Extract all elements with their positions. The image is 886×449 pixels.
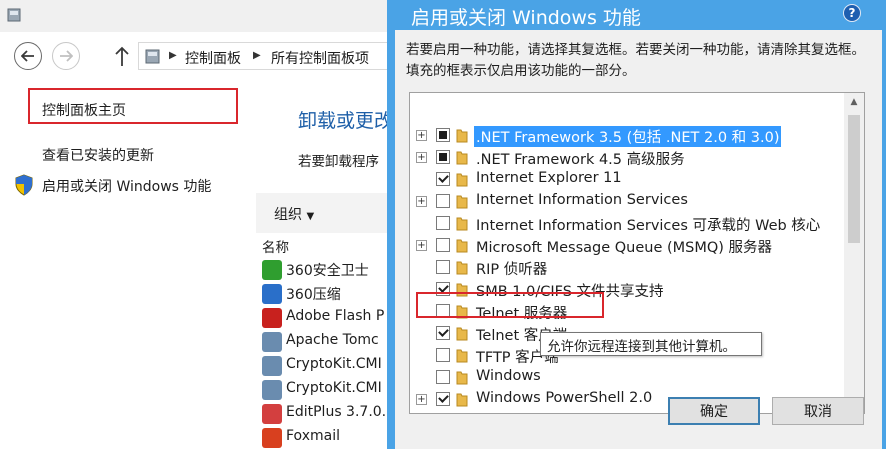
feature-row[interactable]: + Microsoft Message Queue (MSMQ) 服务器	[410, 235, 844, 257]
sidebar: 控制面板主页 查看已安装的更新 启用或关闭 Windows 功能	[0, 80, 256, 449]
feature-row[interactable]: + Internet Information Services	[410, 191, 844, 213]
windows-features-dialog: 启用或关闭 Windows 功能 ? 若要启用一种功能，请选择其复选框。若要关闭…	[387, 0, 886, 449]
page-description: 若要卸载程序	[298, 154, 379, 170]
feature-checkbox[interactable]	[436, 128, 450, 142]
feature-label: .NET Framework 3.5 (包括 .NET 2.0 和 3.0)	[474, 126, 782, 147]
feature-label: Internet Information Services	[476, 192, 688, 208]
feature-tree[interactable]: + .NET Framework 3.5 (包括 .NET 2.0 和 3.0) +…	[409, 92, 865, 414]
sidebar-link-installed-updates[interactable]: 查看已安装的更新	[42, 145, 154, 165]
expand-icon[interactable]: +	[416, 394, 427, 405]
back-button[interactable]	[14, 42, 42, 70]
feature-label: Internet Explorer 11	[476, 170, 622, 186]
feature-label: Windows	[476, 368, 541, 384]
feature-checkbox[interactable]	[436, 238, 450, 252]
expand-icon[interactable]: +	[416, 240, 427, 251]
organize-menu-button[interactable]: 组织 ▼	[274, 204, 314, 224]
program-name: 360安全卫士	[286, 263, 369, 279]
expand-icon[interactable]: +	[416, 130, 427, 141]
arrow-left-icon	[21, 50, 34, 62]
folder-icon	[456, 393, 468, 407]
program-name: Foxmail	[286, 428, 340, 444]
chevron-down-icon: ▼	[306, 211, 315, 222]
program-icon	[262, 308, 282, 328]
program-icon	[262, 284, 282, 304]
folder-icon	[456, 349, 468, 363]
chevron-right-icon[interactable]: ▶	[169, 50, 177, 61]
forward-button[interactable]	[52, 42, 80, 70]
ok-button[interactable]: 确定	[668, 397, 760, 425]
feature-checkbox[interactable]	[436, 348, 450, 362]
program-name: EditPlus 3.7.0.	[286, 404, 387, 420]
feature-checkbox[interactable]	[436, 392, 450, 406]
folder-icon	[456, 239, 468, 253]
feature-row[interactable]: Windows	[410, 367, 844, 389]
feature-checkbox[interactable]	[436, 150, 450, 164]
feature-row[interactable]: + .NET Framework 4.5 高级服务	[410, 147, 844, 169]
feature-checkbox[interactable]	[436, 260, 450, 274]
control-panel-icon	[7, 8, 21, 22]
expand-icon[interactable]: +	[416, 152, 427, 163]
tooltip: 允许你远程连接到其他计算机。	[540, 332, 762, 356]
feature-row[interactable]: + .NET Framework 3.5 (包括 .NET 2.0 和 3.0)	[410, 125, 844, 147]
help-button[interactable]: ?	[843, 4, 861, 22]
program-icon	[262, 332, 282, 352]
dialog-title: 启用或关闭 Windows 功能	[411, 7, 641, 29]
feature-checkbox[interactable]	[436, 370, 450, 384]
program-icon	[262, 356, 282, 376]
program-icon	[262, 404, 282, 424]
feature-label: Internet Information Services 可承载的 Web 核…	[476, 218, 821, 234]
feature-checkbox[interactable]	[436, 216, 450, 230]
folder-icon	[456, 151, 468, 165]
highlight-box	[28, 88, 238, 124]
breadcrumb-all-items[interactable]: 所有控制面板项	[271, 48, 369, 68]
feature-checkbox[interactable]	[436, 194, 450, 208]
feature-checkbox[interactable]	[436, 326, 450, 340]
program-name: Apache Tomc	[286, 332, 379, 348]
folder-icon	[456, 327, 468, 341]
dialog-description: 若要启用一种功能，请选择其复选框。若要关闭一种功能，请清除其复选框。填充的框表示…	[406, 42, 865, 79]
feature-label: Microsoft Message Queue (MSMQ) 服务器	[476, 240, 773, 256]
up-arrow-icon[interactable]	[112, 44, 132, 68]
program-icon	[262, 428, 282, 448]
feature-label: Windows PowerShell 2.0	[476, 390, 653, 406]
organize-label: 组织	[274, 207, 302, 223]
highlight-box	[416, 292, 604, 318]
feature-row[interactable]: Internet Information Services 可承载的 Web 核…	[410, 213, 844, 235]
scroll-up-icon[interactable]: ▲	[844, 93, 864, 111]
arrow-right-icon	[60, 50, 73, 62]
column-header-name[interactable]: 名称	[262, 236, 289, 256]
expand-icon[interactable]: +	[416, 196, 427, 207]
shield-icon	[15, 174, 33, 196]
folder-icon	[456, 217, 468, 231]
program-icon	[262, 260, 282, 280]
program-icon	[262, 380, 282, 400]
page-title: 卸载或更改	[298, 110, 394, 132]
scrollbar[interactable]: ▲ ▼	[844, 93, 864, 413]
feature-label: .NET Framework 4.5 高级服务	[476, 152, 685, 168]
program-name: 360压缩	[286, 287, 341, 303]
program-name: Adobe Flash P	[286, 308, 385, 324]
control-panel-icon	[145, 49, 160, 64]
cancel-button[interactable]: 取消	[772, 397, 864, 425]
chevron-right-icon[interactable]: ▶	[253, 50, 261, 61]
folder-icon	[456, 129, 468, 143]
folder-icon	[456, 195, 468, 209]
feature-row[interactable]: Internet Explorer 11	[410, 169, 844, 191]
folder-icon	[456, 371, 468, 385]
feature-label: RIP 侦听器	[476, 262, 548, 278]
folder-icon	[456, 261, 468, 275]
scroll-thumb[interactable]	[848, 115, 860, 243]
sidebar-link-windows-features[interactable]: 启用或关闭 Windows 功能	[42, 176, 211, 196]
feature-checkbox[interactable]	[436, 172, 450, 186]
breadcrumb-control-panel[interactable]: 控制面板	[185, 48, 241, 68]
dialog-body: 若要启用一种功能，请选择其复选框。若要关闭一种功能，请清除其复选框。填充的框表示…	[395, 30, 882, 449]
feature-row[interactable]: RIP 侦听器	[410, 257, 844, 279]
program-name: CryptoKit.CMI	[286, 380, 382, 396]
program-name: CryptoKit.CMI	[286, 356, 382, 372]
folder-icon	[456, 173, 468, 187]
